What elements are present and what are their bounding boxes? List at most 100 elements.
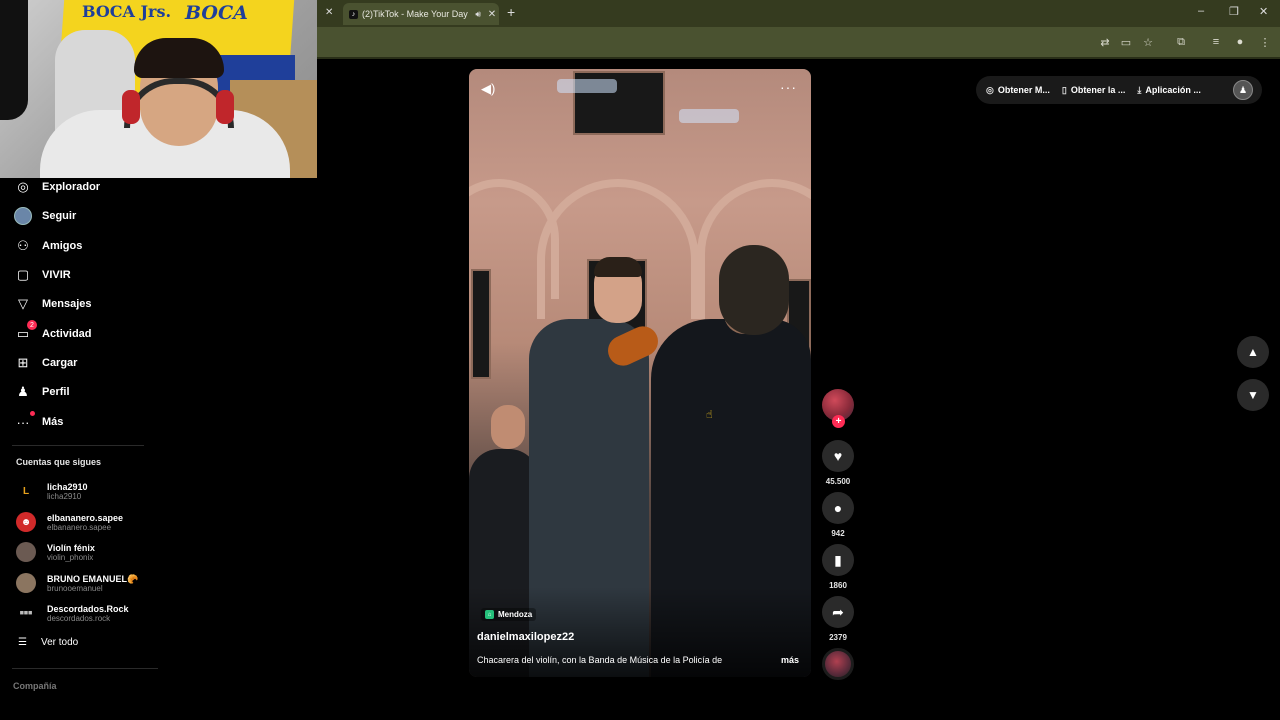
bookmark-icon: ▮ (834, 551, 842, 568)
sidebar-item-label: Más (42, 416, 64, 428)
extensions-icon[interactable]: ⧉ (1173, 34, 1189, 50)
share-count: 2379 (829, 633, 847, 642)
sidebar-item-label: Actividad (42, 328, 92, 340)
account-name: elbananero.sapee (47, 512, 124, 523)
music-disc[interactable] (822, 648, 854, 680)
see-all-label: Ver todo (40, 637, 79, 648)
account-name: Violín fénix (47, 542, 95, 553)
sidebar-item-amigos[interactable]: ⚇ Amigos (14, 234, 82, 258)
account-handle: descordados.rock (47, 613, 111, 623)
share-button[interactable]: ➦ (822, 596, 854, 628)
minimize-button[interactable]: – (1198, 5, 1204, 17)
sidebar-item-vivir[interactable]: ▢ VIVIR (14, 263, 71, 287)
prev-tab-close-icon[interactable]: ✕ (325, 7, 333, 18)
list-icon: ☰ (18, 637, 27, 648)
account-handle: violin_phonix (47, 552, 94, 562)
stage-light (557, 79, 617, 93)
activity-badge: 2 (27, 320, 37, 330)
more-icon: ··· (14, 411, 35, 431)
hand-cursor-icon: ☝︎ (706, 409, 713, 421)
following-account[interactable]: BRUNO EMANUEL🥐 brunooemanuel (16, 570, 138, 596)
account-name: licha2910 (47, 481, 88, 492)
browser-menu-icon[interactable]: ⋮ (1257, 34, 1273, 50)
location-tag[interactable]: ⌂ Mendoza (481, 608, 537, 621)
top-header-actions: ◎ Obtener M... ▯ Obtener la ... ⤓ Aplica… (976, 76, 1262, 104)
like-button[interactable]: ♥ (822, 440, 854, 472)
account-handle: licha2910 (47, 491, 82, 501)
heart-icon: ♥ (833, 448, 843, 464)
sidebar-item-label: Perfil (42, 386, 70, 398)
headphone-right (216, 90, 234, 124)
speaker-icon[interactable]: 🔊︎ (475, 9, 481, 20)
sidebar-item-explorador[interactable]: ◎ Explorador (14, 175, 100, 199)
sidebar-divider (12, 668, 158, 669)
sidebar-item-actividad[interactable]: ▭ 2 Actividad (14, 320, 92, 346)
stage-light (679, 109, 739, 123)
video-author[interactable]: danielmaxilopez22 (477, 631, 574, 643)
window-close-button[interactable]: ✕ (1259, 5, 1268, 18)
sidebar-item-cargar[interactable]: ⊞ Cargar (14, 351, 78, 375)
cast-icon[interactable]: ▭ (1118, 34, 1134, 50)
profile-icon: ♟ (17, 384, 29, 399)
following-avatar (14, 207, 32, 225)
sidebar-item-perfil[interactable]: ♟ Perfil (14, 380, 70, 404)
following-account[interactable]: ◼◼◼ Descordados.Rock descordados.rock (16, 600, 129, 626)
sidebar-item-label: Explorador (42, 181, 101, 193)
video-player[interactable]: ◀︎) ··· ⌂ Mendoza danielmaxilopez22 Chac… (469, 69, 811, 677)
star-icon[interactable]: ☆ (1140, 34, 1156, 50)
tab-close-icon[interactable]: ✕ (485, 9, 499, 20)
person-hair (134, 38, 224, 78)
account-avatar (16, 542, 36, 562)
sidebar-item-seguir[interactable]: Seguir (14, 204, 76, 228)
officer-head (719, 245, 789, 335)
more-options-icon[interactable]: ··· (780, 79, 797, 95)
account-avatar: ◼◼◼ (16, 603, 36, 623)
user-avatar[interactable]: ♟ (1233, 80, 1253, 100)
account-name: Descordados.Rock (47, 603, 129, 614)
restore-button[interactable]: ❐ (1229, 5, 1239, 18)
previous-video-button[interactable]: ▲ (1237, 336, 1269, 368)
following-account[interactable]: ☻ elbananero.sapee elbananero.sapee (16, 509, 123, 535)
following-account[interactable]: Violín fénix violin_phonix (16, 539, 95, 565)
following-account[interactable]: L licha2910 licha2910 (16, 478, 88, 504)
get-coins-button[interactable]: ◎ Obtener M... (986, 85, 1050, 96)
following-section-title: Cuentas que sigues (16, 457, 102, 467)
see-all-link[interactable]: ☰ Ver todo (18, 637, 78, 648)
get-coins-label: Obtener M... (997, 85, 1050, 95)
account-avatar (16, 573, 36, 593)
avatar (14, 207, 32, 225)
webcam-overlay: BOCA Jrs. BOCA (0, 0, 317, 178)
building-window (471, 269, 491, 379)
get-app-button[interactable]: ▯ Obtener la ... (1062, 85, 1125, 96)
caption-more-button[interactable]: más (781, 655, 799, 665)
headphone-left (122, 90, 140, 124)
media-icon[interactable]: ≡ (1208, 34, 1224, 50)
comment-count: 942 (831, 529, 845, 538)
phone-icon: ▯ (1061, 84, 1067, 95)
comment-button[interactable]: ● (822, 492, 854, 524)
profile-icon[interactable]: ● (1232, 34, 1248, 50)
location-icon: ⌂ (485, 610, 494, 619)
live-icon: ▢ (16, 267, 30, 282)
get-app-label: Obtener la ... (1070, 85, 1126, 95)
dark-object (0, 0, 28, 120)
volume-icon[interactable]: ◀︎) (481, 81, 495, 97)
compass-icon: ◎ (17, 179, 29, 194)
violinist-hair (594, 257, 642, 277)
save-count: 1860 (829, 581, 847, 590)
save-button[interactable]: ▮ (822, 544, 854, 576)
tab-title: (2)TikTok - Make Your Day (362, 9, 468, 19)
download-icon: ⤓ (1137, 84, 1142, 95)
desktop-app-button[interactable]: ⤓ Aplicación ... (1137, 85, 1201, 96)
sidebar-item-mensajes[interactable]: ▽ Mensajes (14, 292, 92, 316)
account-name: BRUNO EMANUEL🥐 (47, 573, 139, 584)
sidebar-item-mas[interactable]: ··· Más (14, 410, 63, 434)
company-section-title: Compañía (13, 681, 57, 691)
tab-tiktok[interactable]: ♪ (2)TikTok - Make Your Day 🔊︎ ✕ (343, 3, 499, 25)
new-tab-button[interactable]: + (507, 4, 515, 20)
follow-plus-icon[interactable]: + (832, 415, 845, 428)
next-video-button[interactable]: ▼ (1237, 379, 1269, 411)
translate-icon[interactable]: ⇄ (1097, 34, 1113, 50)
location-label: Mendoza (498, 610, 533, 619)
chevron-down-icon: ▼ (1247, 388, 1259, 402)
